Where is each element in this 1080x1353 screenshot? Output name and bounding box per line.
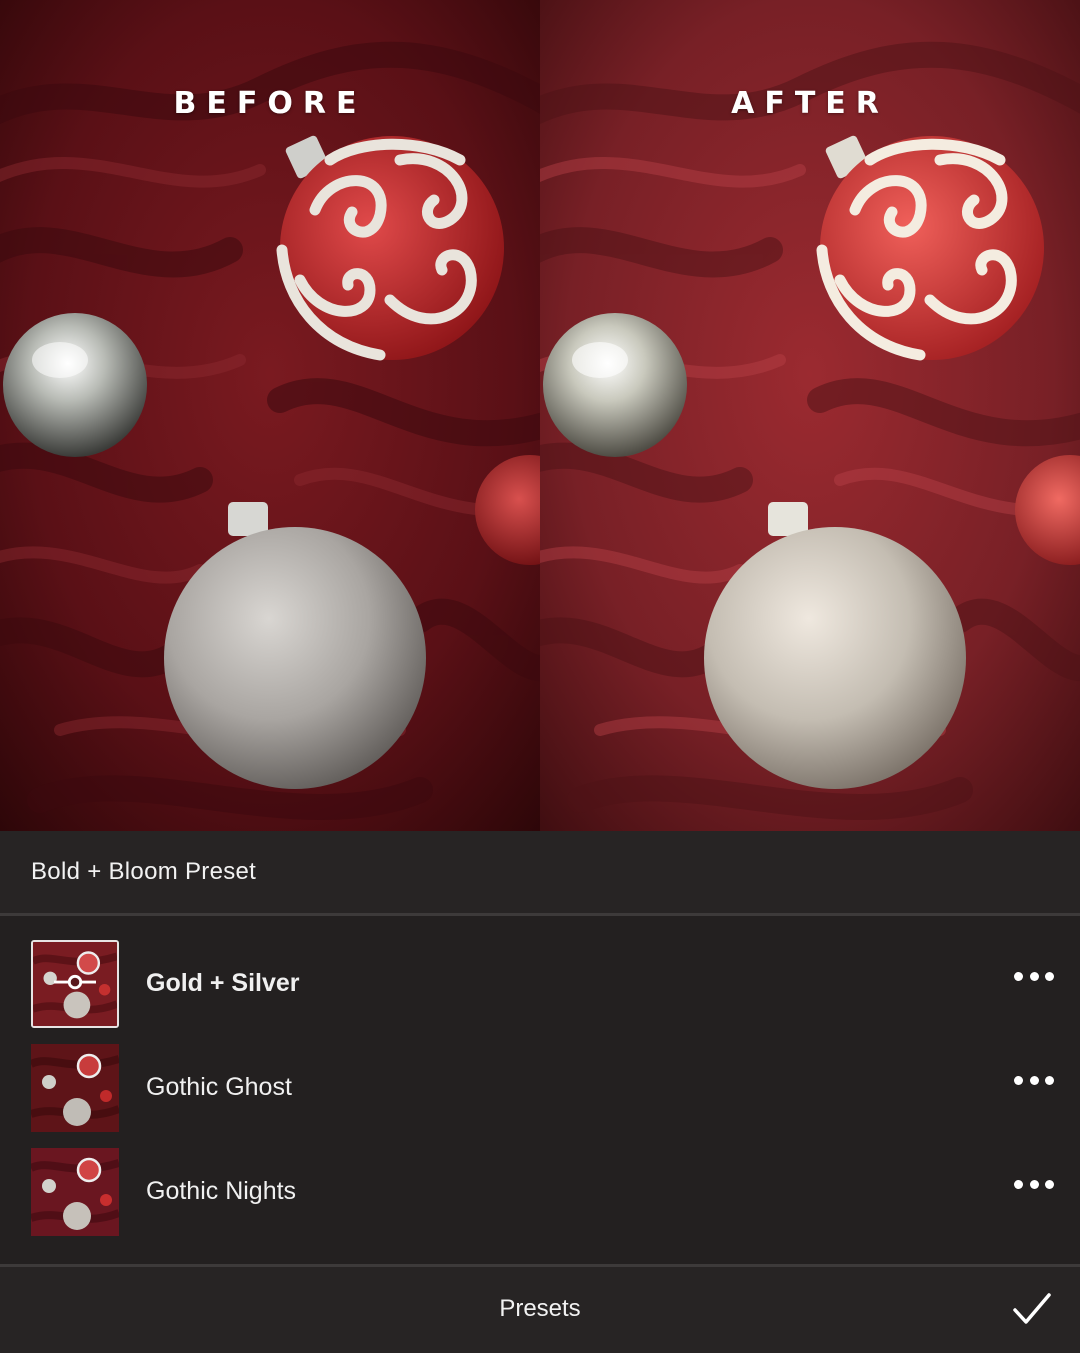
preset-name: Gold + Silver (146, 969, 300, 997)
preset-thumbnail[interactable] (31, 1044, 119, 1132)
preset-thumbnail-image (31, 1148, 119, 1236)
preset-thumbnail[interactable] (31, 940, 119, 1028)
preset-group-header[interactable]: Bold + Bloom Preset (0, 831, 1080, 916)
after-label: AFTER (731, 86, 889, 121)
preset-group-title: Bold + Bloom Preset (31, 858, 257, 885)
preset-name: Gothic Ghost (146, 1073, 292, 1101)
after-photo: AFTER (540, 0, 1080, 831)
checkmark-icon[interactable] (1012, 1291, 1052, 1327)
presets-tab-title: Presets (499, 1295, 581, 1322)
slider-adjust-icon (54, 974, 96, 990)
before-photo: BEFORE (0, 0, 540, 831)
preset-item-gothic-ghost[interactable]: Gothic Ghost (0, 1020, 1080, 1132)
more-options-icon[interactable] (1014, 1176, 1054, 1192)
preset-thumbnail-image (31, 1044, 119, 1132)
more-options-icon[interactable] (1014, 1072, 1054, 1088)
before-after-comparison: BEFORE AFTER (0, 0, 1080, 831)
before-photo-image (0, 0, 540, 831)
preset-name: Gothic Nights (146, 1177, 297, 1205)
preset-list: Gold + Silver Gothic Ghost Gothic Nights (0, 916, 1080, 1265)
bottom-bar: Presets (0, 1264, 1080, 1353)
before-label: BEFORE (173, 86, 367, 121)
preset-thumbnail[interactable] (31, 1148, 119, 1236)
more-options-icon[interactable] (1014, 968, 1054, 984)
preset-item-gold-silver[interactable]: Gold + Silver (0, 916, 1080, 1028)
after-photo-image (540, 0, 1080, 831)
preset-item-gothic-nights[interactable]: Gothic Nights (0, 1124, 1080, 1236)
